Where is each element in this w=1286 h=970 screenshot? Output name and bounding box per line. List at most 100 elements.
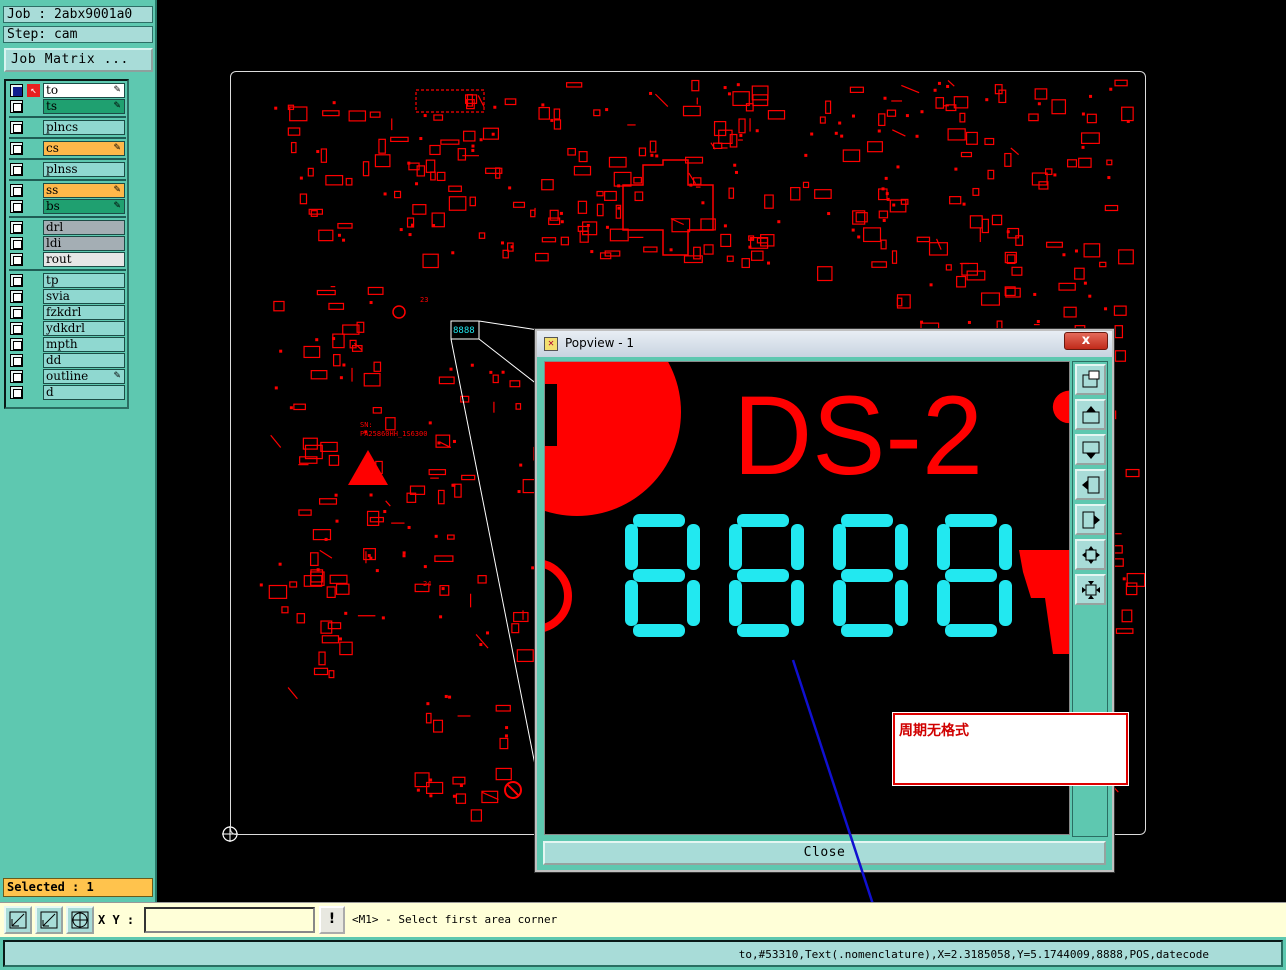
pan-up-button[interactable] — [1075, 399, 1106, 430]
layer-row-bs[interactable]: bs ✎ — [9, 199, 126, 214]
layer-checkbox[interactable] — [10, 142, 23, 155]
segment — [999, 524, 1012, 570]
zoom-in-icon — [1082, 581, 1100, 599]
layer-row-mpth[interactable]: mpth — [9, 337, 126, 352]
layer-name[interactable]: tp — [43, 273, 125, 288]
layer-row-ydkdrl[interactable]: ydkdrl — [9, 321, 126, 336]
layer-name[interactable]: cs ✎ — [43, 141, 125, 156]
segment — [729, 580, 742, 626]
layer-checkbox[interactable] — [10, 290, 23, 303]
layer-checkbox[interactable] — [10, 386, 23, 399]
layer-row-plncs[interactable]: plncs — [9, 120, 126, 135]
layer-row-outline[interactable]: outline ✎ — [9, 369, 126, 384]
zoom-out-button[interactable] — [1075, 539, 1106, 570]
segment — [999, 580, 1012, 626]
layer-name[interactable]: ldi — [43, 236, 125, 251]
layer-row-dd[interactable]: dd — [9, 353, 126, 368]
step-label: Step: cam — [3, 26, 153, 43]
layer-checkbox[interactable] — [10, 84, 23, 97]
layer-row-d[interactable]: d — [9, 385, 126, 400]
measure-button[interactable] — [35, 906, 63, 934]
layer-label: bs — [46, 199, 60, 213]
zoom-area-button[interactable] — [4, 906, 32, 934]
layer-checkbox[interactable] — [10, 100, 23, 113]
pan-left-button[interactable] — [1075, 469, 1106, 500]
pan-right-icon — [1082, 511, 1100, 529]
layer-row-ts[interactable]: ts ✎ — [9, 99, 126, 114]
layer-label: plncs — [46, 120, 79, 134]
warning-button[interactable]: ! — [319, 906, 345, 934]
window-close-button[interactable]: x — [1064, 332, 1108, 350]
pen-icon: ✎ — [113, 101, 121, 111]
layer-name[interactable]: drl — [43, 220, 125, 235]
segment — [841, 624, 893, 637]
layer-checkbox[interactable] — [10, 121, 23, 134]
segment — [737, 624, 789, 637]
layer-label: cs — [46, 141, 59, 155]
layer-name[interactable]: plncs — [43, 120, 125, 135]
layer-checkbox[interactable] — [10, 253, 23, 266]
left-panel: Job : 2abx9001a0 Step: cam Job Matrix ..… — [0, 0, 157, 902]
layer-name[interactable]: rout — [43, 252, 125, 267]
pan-right-button[interactable] — [1075, 504, 1106, 535]
layer-name[interactable]: svia — [43, 289, 125, 304]
layer-checkbox[interactable] — [10, 338, 23, 351]
layer-name[interactable]: d — [43, 385, 125, 400]
segment — [633, 569, 685, 582]
snap-grid-button[interactable] — [66, 906, 94, 934]
layer-label: plnss — [46, 162, 78, 176]
segment — [737, 514, 789, 527]
layer-name[interactable]: ydkdrl — [43, 321, 125, 336]
layer-row-svia[interactable]: svia — [9, 289, 126, 304]
layer-checkbox[interactable] — [10, 354, 23, 367]
segment — [945, 514, 997, 527]
status-text: to,#53310,Text(.nomenclature),X=2.318505… — [738, 948, 1209, 961]
layer-row-rout[interactable]: rout — [9, 252, 126, 267]
zoom-fit-button[interactable] — [1075, 364, 1106, 395]
layer-name[interactable]: ts ✎ — [43, 99, 125, 114]
layer-name[interactable]: plnss — [43, 162, 125, 177]
pen-icon: ✎ — [113, 143, 121, 153]
layer-checkbox[interactable] — [10, 370, 23, 383]
layer-name[interactable]: to ✎ — [43, 83, 125, 98]
layer-row-tp[interactable]: tp — [9, 273, 126, 288]
layer-checkbox[interactable] — [10, 274, 23, 287]
layer-checkbox[interactable] — [10, 221, 23, 234]
via-ring — [545, 560, 572, 632]
layer-name[interactable]: bs ✎ — [43, 199, 125, 214]
layer-row-cs[interactable]: cs ✎ — [9, 141, 126, 156]
xy-input[interactable] — [144, 907, 315, 933]
layer-name[interactable]: mpth — [43, 337, 125, 352]
layer-row-plnss[interactable]: plnss — [9, 162, 126, 177]
layer-checkbox[interactable] — [10, 200, 23, 213]
layer-checkbox[interactable] — [10, 163, 23, 176]
layer-checkbox[interactable] — [10, 306, 23, 319]
layer-checkbox[interactable] — [10, 322, 23, 335]
segment — [687, 524, 700, 570]
layer-checkbox[interactable] — [10, 237, 23, 250]
segment — [625, 524, 638, 570]
layer-checkbox[interactable] — [10, 184, 23, 197]
close-button[interactable]: Close — [543, 841, 1106, 865]
layer-row-ldi[interactable]: ldi — [9, 236, 126, 251]
job-matrix-button[interactable]: Job Matrix ... — [4, 48, 153, 72]
layer-label: outline — [46, 369, 89, 383]
layer-row-to[interactable]: ↖ to ✎ — [9, 83, 126, 98]
layer-row-fzkdrl[interactable]: fzkdrl — [9, 305, 126, 320]
layer-label: dd — [46, 353, 62, 367]
xy-label: X Y : — [98, 913, 135, 927]
layer-row-ss[interactable]: ss ✎ — [9, 183, 126, 198]
layer-row-drl[interactable]: drl — [9, 220, 126, 235]
popview-titlebar[interactable]: ✕ Popview - 1 x — [537, 331, 1112, 357]
layer-name[interactable]: dd — [43, 353, 125, 368]
layer-name[interactable]: outline ✎ — [43, 369, 125, 384]
zoom-in-button[interactable] — [1075, 574, 1106, 605]
pan-down-button[interactable] — [1075, 434, 1106, 465]
grid-icon — [71, 911, 89, 929]
layer-name[interactable]: fzkdrl — [43, 305, 125, 320]
layer-label: d — [46, 385, 54, 399]
pen-icon: ✎ — [113, 201, 121, 211]
layer-label: ldi — [46, 236, 62, 250]
segment — [841, 514, 893, 527]
layer-name[interactable]: ss ✎ — [43, 183, 125, 198]
